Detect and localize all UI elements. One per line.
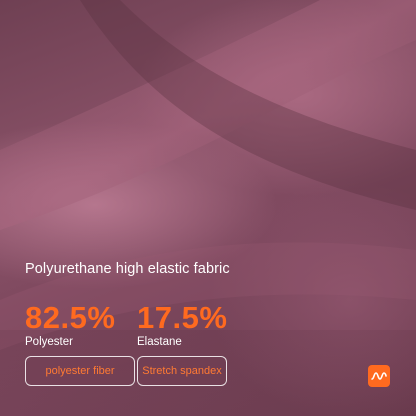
stat-polyester: 82.5% Polyester [25, 300, 116, 349]
stat-value: 82.5% [25, 300, 116, 335]
fabric-texture [0, 0, 416, 416]
wave-icon [371, 372, 387, 380]
brand-logo-icon [368, 365, 390, 387]
stat-label: Elastane [137, 336, 182, 348]
headline: Polyurethane high elastic fabric [25, 261, 230, 277]
stat-elastane: 17.5% Elastane [137, 300, 228, 349]
stat-value: 17.5% [137, 300, 228, 335]
product-image: Polyurethane high elastic fabric 82.5% P… [0, 0, 416, 416]
stat-label: Polyester [25, 336, 73, 348]
tag-stretch-spandex: Stretch spandex [137, 356, 227, 386]
tag-polyester-fiber: polyester fiber [25, 356, 135, 386]
